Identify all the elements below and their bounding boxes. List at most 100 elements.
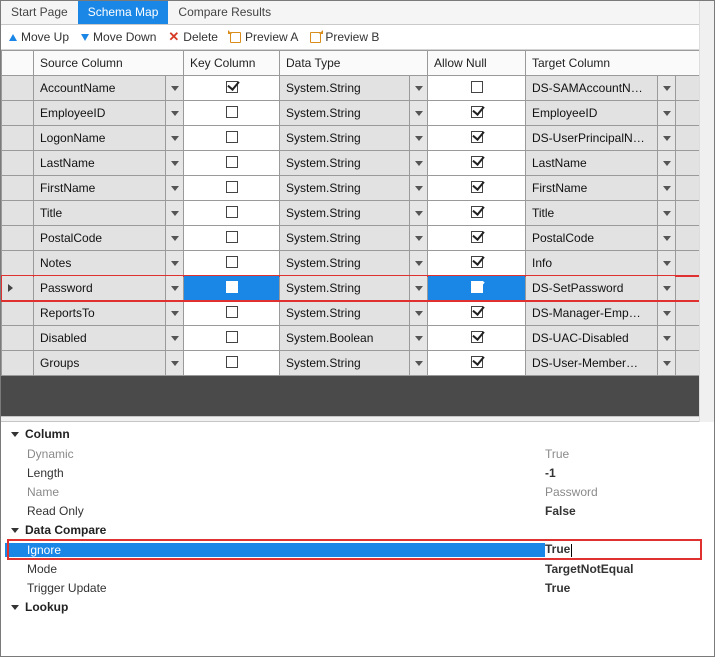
target-dropdown[interactable]: DS-Manager-Emp…	[526, 301, 675, 325]
table-row[interactable]: ReportsTo System.String DS-Manager-Emp…	[2, 301, 701, 326]
key-checkbox[interactable]	[226, 206, 238, 218]
target-dropdown[interactable]: PostalCode	[526, 226, 675, 250]
property-value[interactable]: True	[545, 542, 714, 556]
table-row[interactable]: FirstName System.String FirstName	[2, 176, 701, 201]
tab-compare-results[interactable]: Compare Results	[168, 1, 281, 24]
source-dropdown[interactable]: Notes	[34, 251, 183, 275]
source-dropdown[interactable]: LogonName	[34, 126, 183, 150]
allow-null-checkbox[interactable]	[471, 106, 483, 118]
row-handle[interactable]	[2, 76, 34, 101]
datatype-dropdown[interactable]: System.String	[280, 101, 427, 125]
target-dropdown[interactable]: DS-UAC-Disabled	[526, 326, 675, 350]
row-handle[interactable]	[2, 326, 34, 351]
allow-null-checkbox[interactable]	[471, 231, 483, 243]
source-dropdown[interactable]: ReportsTo	[34, 301, 183, 325]
source-dropdown[interactable]: EmployeeID	[34, 101, 183, 125]
key-checkbox[interactable]	[226, 181, 238, 193]
preview-a-button[interactable]: Preview A	[230, 30, 298, 44]
datatype-dropdown[interactable]: System.Boolean	[280, 326, 427, 350]
delete-button[interactable]: ✕ Delete	[168, 29, 218, 45]
tab-schema-map[interactable]: Schema Map	[78, 1, 169, 24]
tab-start-page[interactable]: Start Page	[1, 1, 78, 24]
row-handle[interactable]	[2, 151, 34, 176]
datatype-dropdown[interactable]: System.String	[280, 251, 427, 275]
property-row[interactable]: NamePassword	[5, 482, 714, 501]
property-group-header[interactable]: Data Compare	[5, 520, 714, 540]
table-row[interactable]: PostalCode System.String PostalCode	[2, 226, 701, 251]
allow-null-checkbox[interactable]	[471, 206, 483, 218]
property-row[interactable]: DynamicTrue	[5, 444, 714, 463]
table-row[interactable]: Title System.String Title	[2, 201, 701, 226]
table-row[interactable]: Groups System.String DS-User-Member…	[2, 351, 701, 376]
key-checkbox[interactable]	[226, 256, 238, 268]
property-row[interactable]: ModeTargetNotEqual	[5, 559, 714, 578]
move-up-button[interactable]: Move Up	[9, 30, 69, 44]
target-dropdown[interactable]: DS-User-Member…	[526, 351, 675, 375]
source-dropdown[interactable]: FirstName	[34, 176, 183, 200]
row-handle[interactable]	[2, 351, 34, 376]
source-dropdown[interactable]: Title	[34, 201, 183, 225]
datatype-dropdown[interactable]: System.String	[280, 351, 427, 375]
property-value[interactable]: True	[545, 447, 714, 461]
table-row[interactable]: Notes System.String Info	[2, 251, 701, 276]
row-handle[interactable]	[2, 251, 34, 276]
key-checkbox[interactable]	[226, 356, 238, 368]
row-handle[interactable]	[2, 201, 34, 226]
row-handle[interactable]	[2, 276, 34, 301]
source-dropdown[interactable]: AccountName	[34, 76, 183, 100]
datatype-dropdown[interactable]: System.String	[280, 226, 427, 250]
allow-null-checkbox[interactable]	[471, 156, 483, 168]
table-row[interactable]: LogonName System.String DS-UserPrincipal…	[2, 126, 701, 151]
property-group-header[interactable]: Lookup	[5, 597, 714, 617]
datatype-dropdown[interactable]: System.String	[280, 126, 427, 150]
header-target[interactable]: Target Column	[526, 51, 701, 76]
property-row[interactable]: Trigger UpdateTrue	[5, 578, 714, 597]
target-dropdown[interactable]: EmployeeID	[526, 101, 675, 125]
header-null[interactable]: Allow Null	[428, 51, 526, 76]
property-value[interactable]: False	[545, 504, 714, 518]
allow-null-checkbox[interactable]	[471, 306, 483, 318]
source-dropdown[interactable]: PostalCode	[34, 226, 183, 250]
key-checkbox[interactable]	[226, 106, 238, 118]
target-dropdown[interactable]: Title	[526, 201, 675, 225]
property-value[interactable]: True	[545, 581, 714, 595]
move-down-button[interactable]: Move Down	[81, 30, 156, 44]
source-dropdown[interactable]: LastName	[34, 151, 183, 175]
datatype-dropdown[interactable]: System.String	[280, 301, 427, 325]
source-dropdown[interactable]: Disabled	[34, 326, 183, 350]
allow-null-checkbox[interactable]	[471, 331, 483, 343]
header-key[interactable]: Key Column	[184, 51, 280, 76]
preview-b-button[interactable]: Preview B	[310, 30, 379, 44]
target-dropdown[interactable]: FirstName	[526, 176, 675, 200]
target-dropdown[interactable]: DS-SAMAccountN…	[526, 76, 675, 100]
datatype-dropdown[interactable]: System.String	[280, 276, 427, 300]
property-value[interactable]: Password	[545, 485, 714, 499]
datatype-dropdown[interactable]: System.String	[280, 151, 427, 175]
datatype-dropdown[interactable]: System.String	[280, 176, 427, 200]
allow-null-checkbox[interactable]	[471, 356, 483, 368]
datatype-dropdown[interactable]: System.String	[280, 201, 427, 225]
property-row[interactable]: Length-1	[5, 463, 714, 482]
key-checkbox[interactable]	[226, 156, 238, 168]
source-dropdown[interactable]: Groups	[34, 351, 183, 375]
row-handle[interactable]	[2, 301, 34, 326]
target-dropdown[interactable]: LastName	[526, 151, 675, 175]
source-dropdown[interactable]: Password	[34, 276, 183, 300]
key-checkbox[interactable]	[226, 281, 238, 293]
table-row[interactable]: Password System.String DS-SetPassword	[2, 276, 701, 301]
key-checkbox[interactable]	[226, 81, 238, 93]
header-dtype[interactable]: Data Type	[280, 51, 428, 76]
row-handle[interactable]	[2, 101, 34, 126]
allow-null-checkbox[interactable]	[471, 256, 483, 268]
header-source[interactable]: Source Column	[34, 51, 184, 76]
allow-null-checkbox[interactable]	[471, 181, 483, 193]
row-handle[interactable]	[2, 176, 34, 201]
property-value[interactable]: TargetNotEqual	[545, 562, 714, 576]
table-row[interactable]: Disabled System.Boolean DS-UAC-Disabled	[2, 326, 701, 351]
target-dropdown[interactable]: DS-SetPassword	[526, 276, 675, 300]
key-checkbox[interactable]	[226, 231, 238, 243]
row-handle[interactable]	[2, 226, 34, 251]
property-row[interactable]: IgnoreTrue	[5, 540, 714, 559]
key-checkbox[interactable]	[226, 131, 238, 143]
allow-null-checkbox[interactable]	[471, 81, 483, 93]
